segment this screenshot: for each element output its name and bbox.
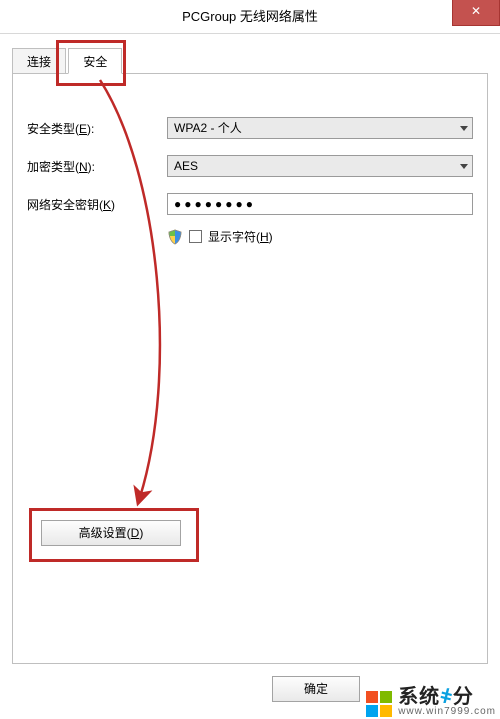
show-characters-checkbox[interactable]: [189, 230, 202, 243]
security-type-label: 安全类型(E):: [27, 120, 167, 137]
tab-security[interactable]: 安全: [68, 48, 122, 74]
close-icon: ✕: [471, 4, 481, 18]
title-bar: PCGroup 无线网络属性 ✕: [0, 0, 500, 34]
network-key-label: 网络安全密钥(K): [27, 196, 167, 213]
tab-strip: 连接 安全: [12, 48, 121, 74]
encryption-type-label: 加密类型(N):: [27, 158, 167, 175]
client-area: 连接 安全 安全类型(E): WPA2 - 个人 加密类型(N): AES: [0, 34, 500, 719]
chevron-down-icon: [460, 126, 468, 131]
tab-connect[interactable]: 连接: [12, 48, 66, 74]
encryption-type-select[interactable]: AES: [167, 155, 473, 177]
shield-icon: [167, 229, 183, 245]
chevron-down-icon: [460, 164, 468, 169]
show-characters-label: 显示字符(H): [208, 228, 273, 245]
ok-button-label: 确定: [304, 682, 328, 696]
network-key-value: ●●●●●●●●: [174, 197, 256, 211]
advanced-settings-button[interactable]: 高级设置(D): [41, 520, 181, 546]
encryption-type-value: AES: [174, 159, 198, 173]
advanced-button-label: 高级设置(D): [79, 526, 144, 540]
row-security-type: 安全类型(E): WPA2 - 个人: [27, 116, 473, 140]
window-title: PCGroup 无线网络属性: [0, 0, 500, 34]
row-show-characters: 显示字符(H): [167, 228, 473, 245]
close-button[interactable]: ✕: [452, 0, 500, 26]
network-key-input[interactable]: ●●●●●●●●: [167, 193, 473, 215]
tab-connect-label: 连接: [27, 55, 51, 69]
footer: 确定: [0, 664, 500, 719]
row-encryption-type: 加密类型(N): AES: [27, 154, 473, 178]
row-network-key: 网络安全密钥(K) ●●●●●●●●: [27, 192, 473, 216]
tab-page-security: 安全类型(E): WPA2 - 个人 加密类型(N): AES 网络安全密钥(K…: [12, 73, 488, 664]
security-type-select[interactable]: WPA2 - 个人: [167, 117, 473, 139]
tab-security-label: 安全: [83, 55, 107, 69]
ok-button[interactable]: 确定: [272, 676, 360, 702]
security-type-value: WPA2 - 个人: [174, 121, 242, 135]
